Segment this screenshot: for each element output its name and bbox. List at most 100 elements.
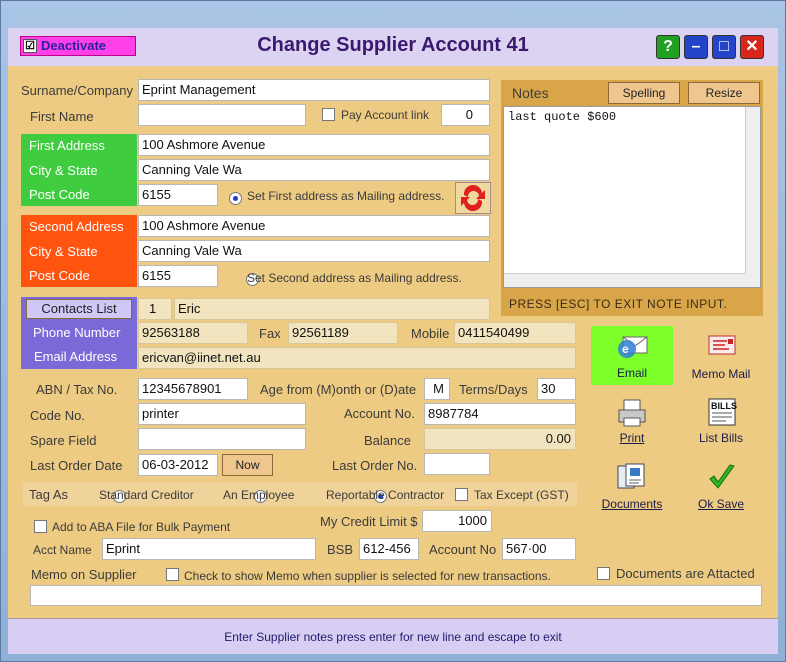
first-city-label: City & State [29,163,98,178]
first-mailing-label: Set First address as Mailing address. [247,189,445,203]
email-icon: e [618,336,648,358]
age-label: Age from (M)onth or (D)ate [260,382,417,397]
contact-index[interactable]: 1 [138,298,172,320]
abn-input[interactable]: 12345678901 [138,378,248,400]
second-address-input[interactable]: 100 Ashmore Avenue [138,215,490,237]
age-input[interactable]: M [424,378,450,400]
aba-checkbox[interactable] [34,520,47,533]
email-button[interactable]: e Email [591,326,673,385]
print-label: Print [619,431,645,445]
second-postcode-label: Post Code [29,268,90,283]
resize-button[interactable]: Resize [688,82,760,104]
tax-except-checkbox[interactable] [455,488,468,501]
second-address-label: Second Address [29,219,124,234]
deactivate-toggle[interactable]: ☑ Deactivate [20,36,136,56]
ok-save-button[interactable]: Ok Save [688,462,754,512]
printer-icon [618,399,646,427]
documents-attached-checkbox[interactable] [597,567,610,580]
terms-label: Terms/Days [459,382,528,397]
first-address-input[interactable]: 100 Ashmore Avenue [138,134,490,156]
spare-input[interactable] [138,428,306,450]
help-button[interactable]: ? [656,35,680,59]
list-bills-button[interactable]: BILLS List Bills [688,396,754,446]
fax-label: Fax [259,326,281,341]
bills-icon: BILLS [708,398,737,426]
balance-input: 0.00 [424,428,576,450]
aba-label: Add to ABA File for Bulk Payment [52,520,231,534]
last-order-no-label: Last Order No. [332,458,418,473]
show-memo-label: Check to show Memo when supplier is sele… [184,569,551,583]
notes-title: Notes [512,85,549,101]
last-order-no-input[interactable] [424,453,490,475]
notes-scrollbar[interactable] [745,107,760,287]
first-name-label: First Name [30,109,94,124]
minimize-button[interactable]: – [684,35,708,59]
ok-save-label: Ok Save [697,497,745,511]
pay-account-checkbox[interactable] [322,108,335,121]
checkmark-icon [709,464,735,489]
maximize-button[interactable]: □ [712,35,736,59]
print-button[interactable]: Print [596,398,668,446]
list-bills-label: List Bills [698,431,743,445]
contact-name-input[interactable]: Eric [174,298,490,320]
bank-account-no-input[interactable]: 567·00 [502,538,576,560]
employee-label: An Employee [223,488,295,502]
spelling-button[interactable]: Spelling [608,82,680,104]
memo-label: Memo on Supplier [31,567,137,582]
now-button[interactable]: Now [222,454,273,476]
acct-name-input[interactable]: Eprint [102,538,316,560]
last-order-date-label: Last Order Date [30,458,123,473]
first-name-input[interactable] [138,104,306,126]
second-city-label: City & State [29,244,98,259]
first-postcode-input[interactable]: 6155 [138,184,218,206]
memo-input[interactable] [30,585,762,606]
pay-account-label: Pay Account link [341,108,430,122]
fax-input[interactable]: 92561189 [288,322,398,344]
notes-footer: PRESS [ESC] TO EXIT NOTE INPUT. [509,297,728,311]
second-city-input[interactable]: Canning Vale Wa [138,240,490,262]
surname-input[interactable]: Eprint Management [138,79,490,101]
svg-text:BILLS: BILLS [711,401,737,411]
terms-input[interactable]: 30 [537,378,576,400]
status-bar: Enter Supplier notes press enter for new… [8,618,778,654]
code-input[interactable]: printer [138,403,306,425]
email-label: Email [616,366,647,380]
surname-label: Surname/Company [21,83,133,98]
memo-mail-button[interactable]: Memo Mail [683,330,759,382]
account-no-input[interactable]: 8987784 [424,403,576,425]
bank-account-no-label: Account No [429,542,497,557]
reportable-contractor-label: Reportable Contractor [326,488,445,502]
contacts-list-button[interactable]: Contacts List [26,299,132,319]
deactivate-label: Deactivate [41,38,107,53]
notes-hscrollbar[interactable] [504,273,746,287]
deactivate-checkbox[interactable]: ☑ [23,39,37,53]
bsb-input[interactable]: 612-456 [359,538,419,560]
standard-creditor-label: Standard Creditor [99,488,194,502]
first-city-input[interactable]: Canning Vale Wa [138,159,490,181]
swap-address-button[interactable] [455,182,491,214]
first-mailing-radio[interactable] [229,192,242,206]
show-memo-checkbox[interactable] [166,568,179,581]
mobile-input[interactable]: 0411540499 [454,322,576,344]
tax-except-label: Tax Except (GST) [474,488,569,502]
documents-attached-label: Documents are Attacted [616,566,755,581]
credit-limit-label: My Credit Limit $ [320,514,418,529]
spare-label: Spare Field [30,433,97,448]
credit-limit-input[interactable]: 1000 [422,510,492,532]
second-postcode-input[interactable]: 6155 [138,265,218,287]
email-input[interactable]: ericvan@iinet.net.au [138,347,576,369]
svg-text:e: e [622,342,629,356]
balance-label: Balance [364,433,411,448]
close-button[interactable]: ✕ [740,35,764,59]
memo-mail-label: Memo Mail [691,367,751,381]
phone-input[interactable]: 92563188 [138,322,248,344]
documents-button[interactable]: Documents [596,462,668,512]
swap-arrows-icon [461,184,485,212]
pay-account-input[interactable]: 0 [441,104,490,126]
abn-label: ABN / Tax No. [36,382,118,397]
email-label: Email Address [34,349,118,364]
second-mailing-label: Set Second address as Mailing address. [247,271,462,285]
last-order-date-input[interactable]: 06-03-2012 [138,454,218,476]
notes-textarea[interactable]: last quote $600 [503,106,761,288]
first-postcode-label: Post Code [29,187,90,202]
